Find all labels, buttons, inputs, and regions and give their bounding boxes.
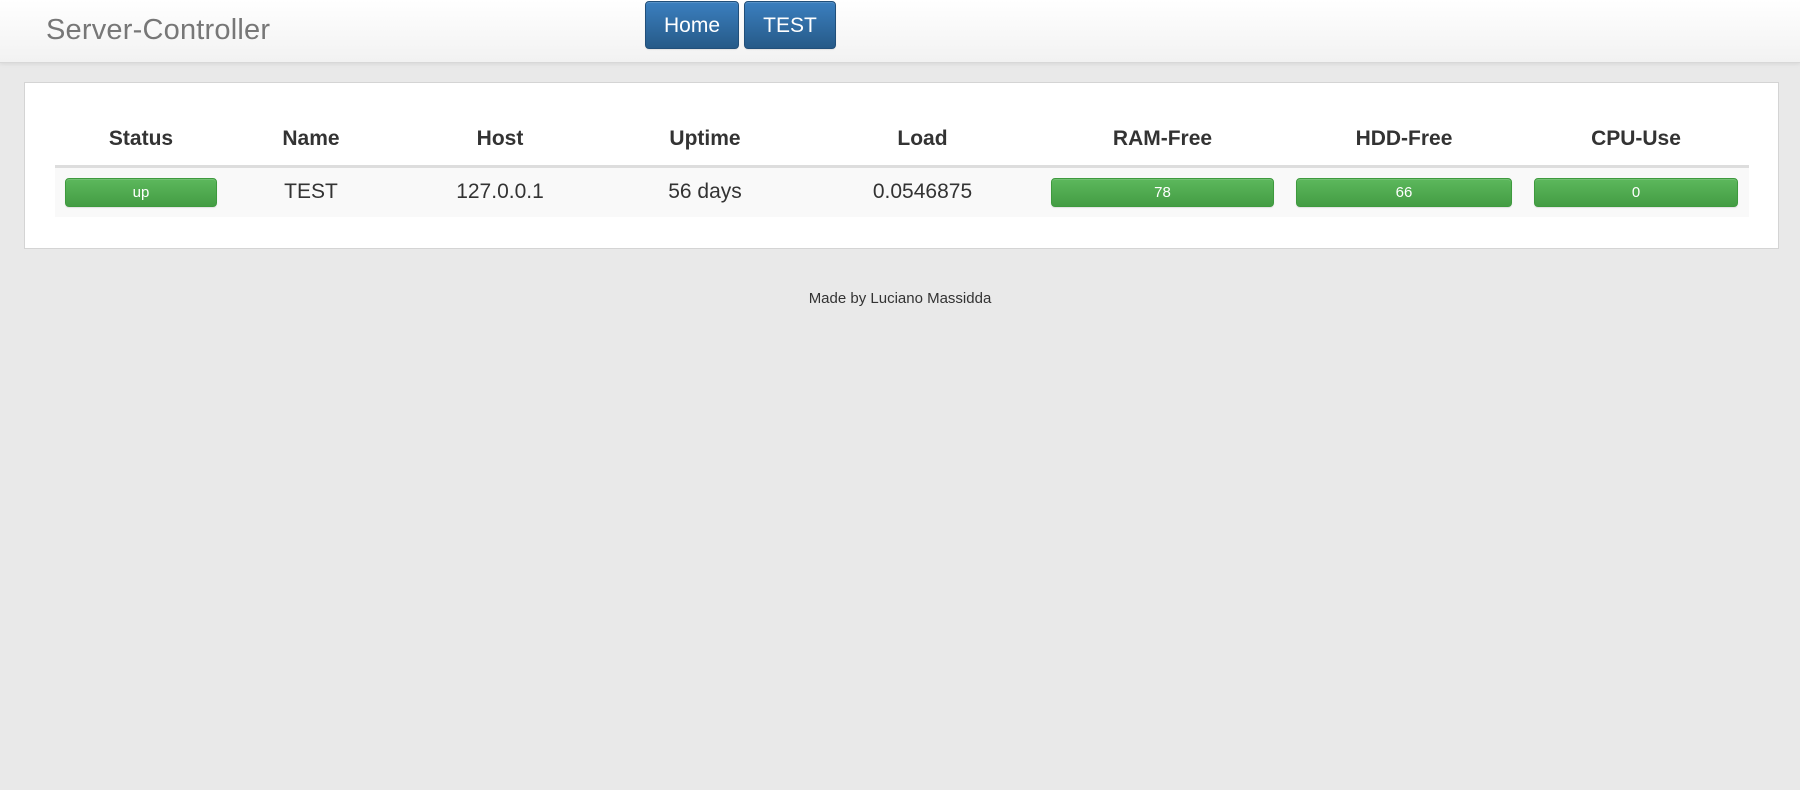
table-header-row: Status Name Host Uptime Load RAM-Free HD… [55,113,1749,168]
header-cpu-use: CPU-Use [1523,113,1749,168]
nav-home-button[interactable]: Home [645,1,739,49]
cell-uptime: 56 days [605,166,805,217]
ram-free-bar: 78 [1051,177,1274,207]
header-load: Load [805,113,1040,168]
cell-name: TEST [227,166,395,217]
header-ram-free: RAM-Free [1040,113,1285,168]
cell-cpu-use: 0 [1523,166,1749,217]
server-table: Status Name Host Uptime Load RAM-Free HD… [55,113,1749,217]
cell-ram-free: 78 [1040,166,1285,217]
header-host: Host [395,113,605,168]
brand-title[interactable]: Server-Controller [46,14,270,47]
cpu-use-bar: 0 [1534,177,1738,207]
header-hdd-free: HDD-Free [1285,113,1523,168]
hdd-free-bar: 66 [1296,177,1512,207]
status-badge: up [65,177,217,207]
footer-credit: Made by Luciano Massidda [808,290,992,307]
cell-host: 127.0.0.1 [395,166,605,217]
cell-load: 0.0546875 [805,166,1040,217]
header-uptime: Uptime [605,113,805,168]
navbar: Server-Controller Home TEST [0,0,1800,63]
cell-hdd-free: 66 [1285,166,1523,217]
header-name: Name [227,113,395,168]
cell-status: up [55,166,227,217]
header-status: Status [55,113,227,168]
table-row: up TEST 127.0.0.1 56 days 0.0546875 78 6… [55,166,1749,217]
server-status-panel: Status Name Host Uptime Load RAM-Free HD… [24,82,1779,249]
nav-test-button[interactable]: TEST [744,1,836,49]
